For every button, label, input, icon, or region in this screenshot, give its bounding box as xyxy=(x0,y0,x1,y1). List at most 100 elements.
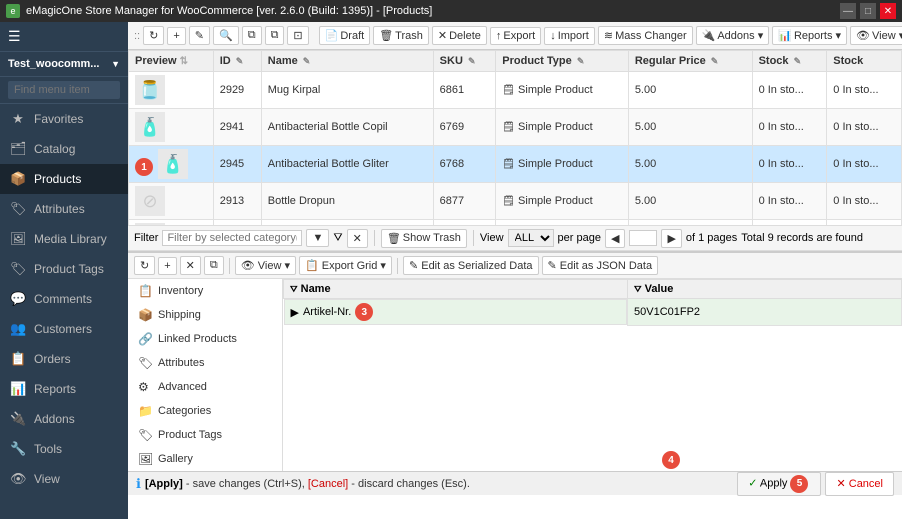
delete-button[interactable]: ✕ Delete xyxy=(432,26,487,45)
copy-button[interactable]: ⧉ xyxy=(242,26,262,45)
reports-button[interactable]: 📊 Reports ▾ xyxy=(772,26,847,45)
sidebar-item-reports[interactable]: 📊 Reports xyxy=(0,374,128,404)
sub-item-linked-products[interactable]: 🔗 Linked Products xyxy=(128,327,282,351)
edit-button[interactable]: ✎ xyxy=(189,26,210,45)
filter-input[interactable] xyxy=(162,230,302,246)
linked-products-icon: 🔗 xyxy=(138,332,152,346)
col-sku[interactable]: SKU ✎ xyxy=(433,51,496,72)
catalog-icon: 🗂 xyxy=(10,141,26,157)
minimize-button[interactable]: — xyxy=(840,3,856,19)
close-button[interactable]: ✕ xyxy=(880,3,896,19)
refresh-button[interactable]: ↻ xyxy=(143,26,164,45)
chevron-down-icon: ▼ xyxy=(111,59,120,69)
sidebar-item-catalog[interactable]: 🗂 Catalog xyxy=(0,134,128,164)
products-table-scroll[interactable]: Preview ⇅ ID ✎ Name ✎ SKU ✎ Product Type… xyxy=(128,50,902,225)
draft-button[interactable]: 📄 Draft xyxy=(319,26,371,45)
col-product-type[interactable]: Product Type ✎ xyxy=(496,51,629,72)
page-input[interactable]: 1 xyxy=(629,230,657,246)
addons-button[interactable]: 🔌 Addons ▾ xyxy=(696,26,770,45)
mass-changer-button[interactable]: ≋ Mass Changer xyxy=(598,26,693,45)
apply-button[interactable]: ✓ Apply 5 xyxy=(737,472,821,496)
import-button[interactable]: ↓ Import xyxy=(544,27,595,45)
sidebar-item-label: Addons xyxy=(34,412,75,426)
sort-icon: ✎ xyxy=(468,56,476,66)
sidebar-item-label: Products xyxy=(34,172,81,186)
sidebar-item-comments[interactable]: 💬 Comments xyxy=(0,284,128,314)
show-trash-button[interactable]: 🗑 Show Trash xyxy=(381,229,467,248)
sidebar-item-label: Favorites xyxy=(34,112,83,126)
add-detail-button[interactable]: + xyxy=(158,257,176,275)
sidebar-item-tools[interactable]: 🔧 Tools xyxy=(0,434,128,464)
sub-item-attributes[interactable]: 🏷 Attributes xyxy=(128,351,282,375)
sub-item-advanced[interactable]: ⚙ Advanced xyxy=(128,375,282,399)
product-preview: 🧴 xyxy=(135,112,165,142)
next-page-button[interactable]: ▶ xyxy=(661,229,681,248)
col-name[interactable]: Name ✎ xyxy=(261,51,433,72)
paste-button[interactable]: ⧉ xyxy=(265,26,285,45)
sub-item-categories[interactable]: 📁 Categories xyxy=(128,399,282,423)
stock2-cell: 0 In sto... xyxy=(827,146,902,183)
sidebar-item-label: Comments xyxy=(34,292,92,306)
hamburger-icon[interactable]: ☰ xyxy=(8,28,21,45)
sidebar-item-product-tags[interactable]: 🏷 Product Tags xyxy=(0,254,128,284)
table-row[interactable]: 1 🧴 2945 Antibacterial Bottle Gliter 676… xyxy=(129,146,902,183)
username-label: Test_woocomm... xyxy=(8,58,99,70)
add-button[interactable]: + xyxy=(167,27,185,45)
col-id[interactable]: ID ✎ xyxy=(213,51,261,72)
title-bar: e eMagicOne Store Manager for WooCommerc… xyxy=(0,0,902,22)
search-button[interactable]: 🔍 xyxy=(213,26,239,45)
table-row[interactable]: 🧴 2941 Antibacterial Bottle Copil 6769 🗒… xyxy=(129,109,902,146)
sidebar-item-addons[interactable]: 🔌 Addons xyxy=(0,404,128,434)
sub-item-product-tags[interactable]: 🏷 Product Tags xyxy=(128,423,282,447)
export-button[interactable]: ↑ Export xyxy=(490,27,541,45)
sub-item-gallery[interactable]: 🖼 Gallery xyxy=(128,447,282,471)
title-text: eMagicOne Store Manager for WooCommerce … xyxy=(26,5,432,17)
add-icon: + xyxy=(173,30,179,42)
copy-detail-button[interactable]: ⧉ xyxy=(204,256,224,275)
filter-bar: Filter ▼ ⛛ ✕ 🗑 Show Trash View ALL per p… xyxy=(128,225,902,251)
view-select[interactable]: ALL xyxy=(508,229,554,247)
sidebar-search-input[interactable] xyxy=(8,81,120,99)
window-controls[interactable]: — □ ✕ xyxy=(840,3,896,19)
sidebar-item-products[interactable]: 📦 Products xyxy=(0,164,128,194)
sub-item-inventory[interactable]: 📋 Inventory xyxy=(128,279,282,303)
sidebar-item-media-library[interactable]: 🖼 Media Library xyxy=(0,224,128,254)
sidebar-item-label: Reports xyxy=(34,382,76,396)
trash-button[interactable]: 🗑 Trash xyxy=(373,26,429,45)
detail-name-cell: ▶ Artikel-Nr. 3 xyxy=(284,299,628,325)
status-actions: ✓ Apply 5 ✕ Cancel xyxy=(737,472,894,496)
product-preview: 🧴 xyxy=(158,149,188,179)
type-cell: 🗒 Simple Product xyxy=(496,146,629,183)
sidebar-item-customers[interactable]: 👥 Customers xyxy=(0,314,128,344)
col-stock2[interactable]: Stock xyxy=(827,51,902,72)
export-detail-button[interactable]: 📋 Export Grid ▾ xyxy=(299,256,392,275)
refresh-detail-button[interactable]: ↻ xyxy=(134,256,155,275)
detail-row[interactable]: ▶ Artikel-Nr. 3 50V1C01FP2 xyxy=(284,299,902,326)
table-row[interactable]: ⊘ 2913 Bottle Dropun 6877 🗒 Simple Produ… xyxy=(129,183,902,220)
filter-dropdown-button[interactable]: ▼ xyxy=(306,229,329,247)
table-row[interactable]: 🫙 2929 Mug Kirpal 6861 🗒 Simple Product … xyxy=(129,72,902,109)
detail-table: ⛛ Name ⛛ Value xyxy=(283,279,902,326)
filter-label: Filter xyxy=(134,232,158,244)
cancel-button[interactable]: ✕ Cancel xyxy=(825,472,894,496)
sidebar-item-favorites[interactable]: ★ Favorites xyxy=(0,104,128,134)
view-button[interactable]: 👁 View ▾ xyxy=(850,26,902,45)
view-detail-button[interactable]: 👁 View ▾ xyxy=(235,256,296,275)
filter-clear-button[interactable]: ✕ xyxy=(347,229,368,248)
prev-page-button[interactable]: ◀ xyxy=(605,229,625,248)
sidebar-item-label: Catalog xyxy=(34,142,75,156)
sidebar-item-attributes[interactable]: 🏷 Attributes xyxy=(0,194,128,224)
maximize-button[interactable]: □ xyxy=(860,3,876,19)
grid-button[interactable]: ⊡ xyxy=(287,26,308,45)
expand-icon[interactable]: ▶ xyxy=(291,306,299,319)
edit-serialized-button[interactable]: ✎ Edit as Serialized Data xyxy=(403,256,539,275)
delete-detail-button[interactable]: ✕ xyxy=(180,256,201,275)
sub-item-shipping[interactable]: 📦 Shipping xyxy=(128,303,282,327)
col-stock[interactable]: Stock ✎ xyxy=(752,51,827,72)
sidebar-item-orders[interactable]: 📋 Orders xyxy=(0,344,128,374)
sidebar-item-view[interactable]: 👁 View xyxy=(0,464,128,494)
edit-json-button[interactable]: ✎ Edit as JSON Data xyxy=(542,256,659,275)
col-preview[interactable]: Preview ⇅ xyxy=(129,51,214,72)
col-regular-price[interactable]: Regular Price ✎ xyxy=(628,51,752,72)
col-drag-handle[interactable]: ⇅ xyxy=(180,56,188,67)
